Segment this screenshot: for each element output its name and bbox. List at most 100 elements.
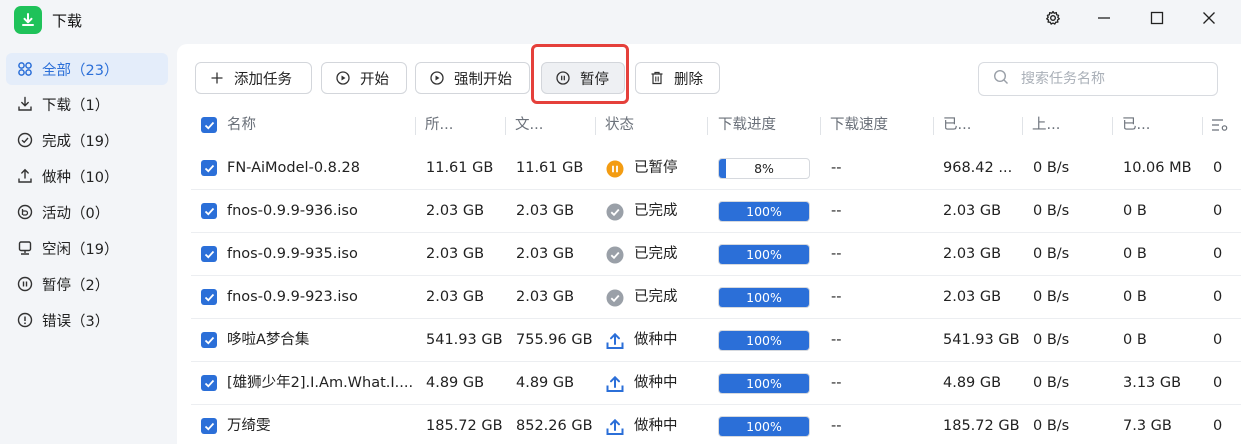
sidebar-item-label: 做种（10）: [42, 169, 119, 186]
search-icon: [993, 69, 1009, 89]
sidebar-item-label: 完成（19）: [42, 133, 119, 150]
task-downloaded: 968.42 ...: [943, 160, 1013, 176]
progress-label: 8%: [754, 161, 774, 176]
task-downloaded: 2.03 GB: [943, 246, 1002, 262]
column-divider[interactable]: [415, 117, 416, 135]
minimize-button[interactable]: [1089, 6, 1119, 34]
search-box[interactable]: [978, 62, 1218, 96]
column-settings-button[interactable]: [1211, 117, 1229, 137]
column-uploaded[interactable]: 已...: [1122, 105, 1150, 145]
column-divider[interactable]: [1112, 117, 1113, 135]
column-progress[interactable]: 下载进度: [718, 105, 776, 145]
column-divider[interactable]: [505, 117, 506, 135]
table-row[interactable]: FN-AiModel-0.8.28 11.61 GB 11.61 GB 已暂停 8% --…: [191, 147, 1241, 190]
row-checkbox[interactable]: [201, 203, 217, 219]
column-divider[interactable]: [933, 117, 934, 135]
task-status: 做种中: [606, 362, 678, 405]
task-name: fnos-0.9.9-935.iso: [227, 246, 358, 262]
sidebar-item-idle[interactable]: 空闲（19）: [6, 232, 168, 264]
task-status-label: 已完成: [634, 289, 678, 305]
sidebar-item-downloading[interactable]: 下载（1）: [6, 88, 168, 120]
check-icon: [204, 422, 214, 430]
row-checkbox[interactable]: [201, 246, 217, 262]
minimize-icon: [1097, 11, 1111, 29]
table-row[interactable]: fnos-0.9.9-923.iso 2.03 GB 2.03 GB 已完成 100% -…: [191, 276, 1241, 319]
close-button[interactable]: [1194, 6, 1224, 34]
force-start-button[interactable]: 强制开始: [415, 62, 530, 94]
sidebar-item-all[interactable]: 全部（23）: [6, 53, 168, 85]
column-download-speed[interactable]: 下载速度: [830, 105, 888, 145]
task-name: fnos-0.9.9-923.iso: [227, 289, 358, 305]
task-download-speed: --: [831, 418, 842, 434]
start-button[interactable]: 开始: [321, 62, 407, 94]
column-name[interactable]: 名称: [227, 105, 256, 145]
column-downloaded[interactable]: 已...: [943, 105, 971, 145]
seeding-status-icon: [606, 375, 624, 393]
task-extra: 0: [1213, 418, 1223, 434]
row-checkbox[interactable]: [201, 375, 217, 391]
maximize-button[interactable]: [1142, 6, 1172, 34]
row-checkbox[interactable]: [201, 289, 217, 305]
maximize-icon: [1150, 11, 1164, 29]
column-file-size[interactable]: 文...: [515, 105, 543, 145]
task-name: fnos-0.9.9-936.iso: [227, 203, 358, 219]
search-input[interactable]: [1021, 71, 1201, 87]
table-row[interactable]: 哆啦A梦合集 541.93 GB 755.96 GB 做种中 100% -- 541.93 …: [191, 319, 1241, 362]
sidebar-item-paused[interactable]: 暂停（2）: [6, 268, 168, 300]
table-header: 名称 所... 文... 状态 下载进度 下载速度 已... 上... 已...: [177, 105, 1241, 145]
completed-status-icon: [606, 289, 624, 307]
table-row[interactable]: [雄狮少年2].I.Am.What.I.... 4.89 GB 4.89 GB 做种中…: [191, 362, 1241, 405]
close-icon: [1202, 11, 1216, 29]
sidebar-item-active[interactable]: 活动（0）: [6, 196, 168, 228]
table-row[interactable]: fnos-0.9.9-936.iso 2.03 GB 2.03 GB 已完成 100% -…: [191, 190, 1241, 233]
sidebar-item-label: 空闲（19）: [42, 241, 119, 258]
row-checkbox[interactable]: [201, 160, 217, 176]
window-title: 下载: [52, 12, 83, 30]
delete-button[interactable]: 删除: [635, 62, 720, 94]
column-divider[interactable]: [1202, 117, 1203, 135]
sidebar-item-completed[interactable]: 完成（19）: [6, 124, 168, 156]
task-uploaded: 10.06 MB: [1123, 160, 1192, 176]
sidebar-item-seeding[interactable]: 做种（10）: [6, 160, 168, 192]
table-row[interactable]: fnos-0.9.9-935.iso 2.03 GB 2.03 GB 已完成 100% -…: [191, 233, 1241, 276]
task-file-size: 852.26 GB: [516, 418, 593, 434]
task-status: 已完成: [606, 233, 678, 276]
task-size: 4.89 GB: [426, 375, 485, 391]
task-name: [雄狮少年2].I.Am.What.I....: [227, 375, 414, 391]
settings-button[interactable]: [1038, 6, 1068, 34]
pause-highlight-box: [531, 44, 629, 104]
column-status[interactable]: 状态: [605, 105, 634, 145]
task-download-speed: --: [831, 375, 842, 391]
select-all-checkbox[interactable]: [201, 117, 217, 133]
task-upload-speed: 0 B/s: [1033, 246, 1070, 262]
column-divider[interactable]: [1022, 117, 1023, 135]
column-divider[interactable]: [820, 117, 821, 135]
task-name: FN-AiModel-0.8.28: [227, 160, 360, 176]
task-status-label: 做种中: [634, 418, 678, 434]
check-icon: [204, 250, 214, 258]
sidebar-item-error[interactable]: 错误（3）: [6, 304, 168, 336]
sidebar-item-label: 错误（3）: [42, 313, 110, 330]
column-divider[interactable]: [595, 117, 596, 135]
add-task-label: 添加任务: [234, 71, 292, 88]
task-uploaded: 0 B: [1123, 203, 1147, 219]
task-uploaded: 0 B: [1123, 332, 1147, 348]
row-checkbox[interactable]: [201, 418, 217, 434]
task-uploaded: 0 B: [1123, 289, 1147, 305]
task-status: 已完成: [606, 276, 678, 319]
task-status-label: 已完成: [634, 203, 678, 219]
task-size: 2.03 GB: [426, 246, 485, 262]
task-extra: 0: [1213, 246, 1223, 262]
column-size[interactable]: 所...: [425, 105, 453, 145]
column-divider[interactable]: [707, 117, 708, 135]
task-downloaded: 4.89 GB: [943, 375, 1002, 391]
task-uploaded: 7.3 GB: [1123, 418, 1172, 434]
add-task-button[interactable]: 添加任务: [195, 62, 312, 94]
task-extra: 0: [1213, 203, 1223, 219]
completed-status-icon: [606, 203, 624, 221]
task-size: 541.93 GB: [426, 332, 503, 348]
row-checkbox[interactable]: [201, 332, 217, 348]
column-upload-speed[interactable]: 上...: [1032, 105, 1060, 145]
table-row[interactable]: 万绮雯 185.72 GB 852.26 GB 做种中 100% -- 185.72 GB 0…: [191, 405, 1241, 444]
check-icon: [204, 121, 214, 129]
